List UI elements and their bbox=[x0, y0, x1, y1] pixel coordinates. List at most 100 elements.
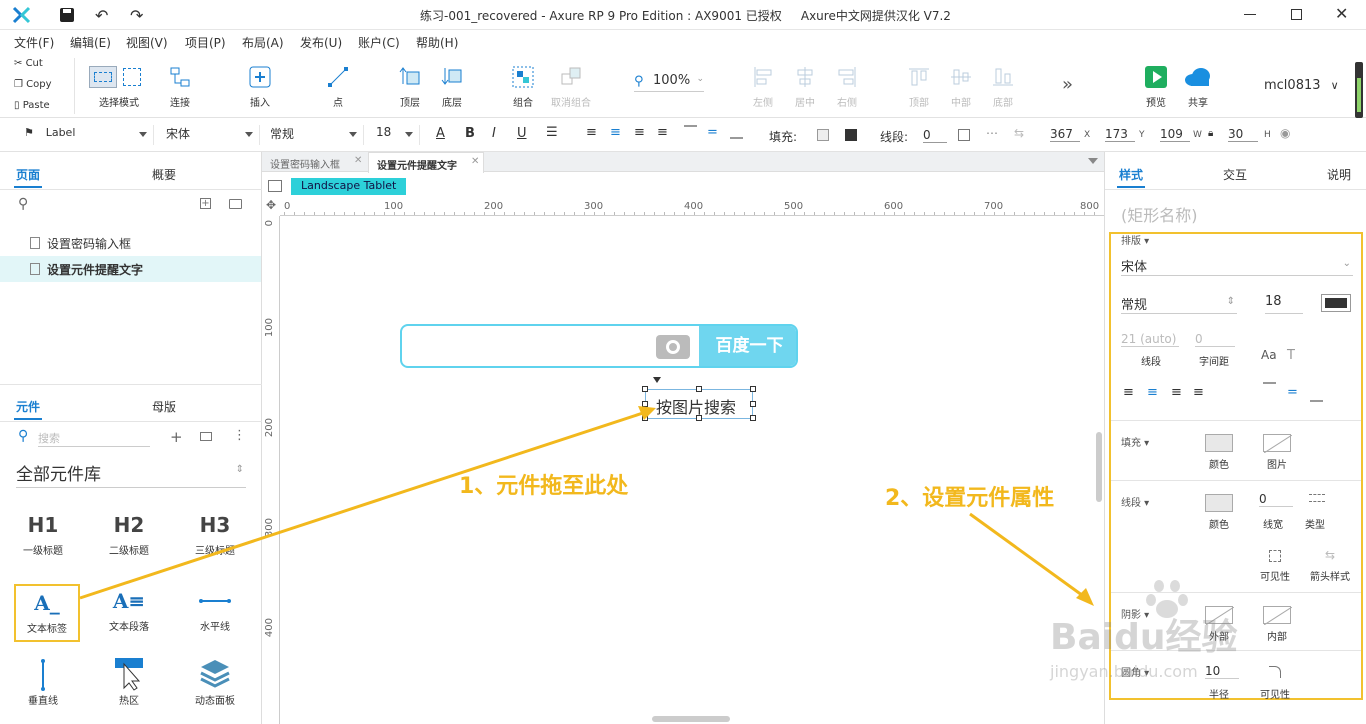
valign-bottom-icon[interactable]: ⎽ bbox=[1310, 388, 1323, 403]
page-item-selected[interactable]: 设置元件提醒文字 bbox=[0, 256, 261, 282]
right-size-input[interactable]: 18 bbox=[1265, 294, 1303, 314]
selection-handle[interactable] bbox=[696, 415, 702, 421]
document-tab[interactable]: 设置密码输入框 ✕ bbox=[262, 152, 366, 172]
widget-text-label[interactable]: A_ 文本标签 bbox=[14, 584, 80, 642]
italic-icon[interactable]: I bbox=[492, 126, 496, 141]
tab-interactions[interactable]: 交互 bbox=[1223, 166, 1247, 183]
selection-handle[interactable] bbox=[696, 386, 702, 392]
close-icon[interactable]: ✕ bbox=[471, 156, 479, 167]
y-input[interactable]: 173 bbox=[1105, 127, 1135, 142]
redo-icon[interactable]: ↷ bbox=[130, 6, 143, 25]
justify-text-icon[interactable]: ≡ bbox=[1193, 385, 1204, 400]
justify-text-icon[interactable]: ≡ bbox=[657, 125, 668, 140]
preview-button[interactable]: 预览 bbox=[1140, 66, 1172, 109]
border-width-input[interactable]: 0 bbox=[1259, 492, 1293, 507]
align-right-text-icon[interactable]: ≡ bbox=[634, 125, 645, 140]
selection-handle[interactable] bbox=[642, 386, 648, 392]
tab-masters[interactable]: 母版 bbox=[152, 398, 176, 415]
bring-to-front-button[interactable]: 顶层 bbox=[390, 66, 430, 109]
align-center-button[interactable]: 居中 bbox=[790, 66, 820, 109]
align-middle-button[interactable]: 中部 bbox=[946, 66, 976, 109]
adaptive-view-tag[interactable]: Landscape Tablet bbox=[291, 178, 407, 195]
selection-handle[interactable] bbox=[750, 386, 756, 392]
border-color-swatch[interactable] bbox=[1205, 494, 1233, 512]
valign-top-icon[interactable]: ⎺ bbox=[1263, 382, 1276, 397]
select-mode-button[interactable]: 选择模式 bbox=[84, 66, 154, 109]
valign-bottom-icon[interactable]: ⎽ bbox=[730, 125, 743, 140]
close-button[interactable]: ✕ bbox=[1335, 4, 1348, 23]
save-icon[interactable] bbox=[60, 8, 74, 22]
text-shadow-icon[interactable]: T bbox=[1287, 348, 1295, 363]
tab-notes[interactable]: 说明 bbox=[1327, 166, 1351, 183]
pages-search-icon[interactable]: ⚲ bbox=[18, 196, 28, 212]
tab-widgets[interactable]: 元件 bbox=[16, 398, 40, 415]
shadow-swatch[interactable] bbox=[845, 129, 857, 141]
add-library-icon[interactable]: + bbox=[170, 428, 183, 446]
selection-handle[interactable] bbox=[642, 401, 648, 407]
outer-shadow-swatch[interactable] bbox=[1205, 606, 1235, 626]
style-select[interactable]: ⚑ Label bbox=[18, 125, 154, 145]
menu-project[interactable]: 项目(P) bbox=[185, 34, 226, 51]
align-left-text-icon[interactable]: ≡ bbox=[1123, 385, 1134, 400]
arrow-style-icon[interactable]: ⇆ bbox=[1014, 126, 1024, 140]
widget-vertical-line[interactable]: 垂直线 bbox=[8, 658, 78, 707]
visibility-eye-icon[interactable]: ◉ bbox=[1280, 126, 1290, 140]
selection-handle[interactable] bbox=[750, 415, 756, 421]
align-left-button[interactable]: 左侧 bbox=[748, 66, 778, 109]
visibility-icon[interactable] bbox=[1269, 550, 1281, 562]
right-weight-select[interactable]: 常规 ⇕ bbox=[1121, 294, 1237, 314]
valign-middle-icon[interactable]: = bbox=[1287, 385, 1298, 400]
text-case-icon[interactable]: Aa bbox=[1261, 348, 1277, 362]
paste-button[interactable]: ▯ Paste bbox=[14, 100, 50, 111]
arrow-style-icon[interactable]: ⇆ bbox=[1325, 548, 1335, 562]
underline-icon[interactable]: U bbox=[517, 126, 527, 141]
lock-icon[interactable]: 🔒︎ bbox=[1208, 128, 1213, 139]
align-left-text-icon[interactable]: ≡ bbox=[586, 125, 597, 140]
line-color-swatch[interactable] bbox=[958, 129, 970, 141]
menu-file[interactable]: 文件(F) bbox=[14, 34, 54, 51]
inner-shadow-swatch[interactable] bbox=[1263, 606, 1293, 626]
widget-h2[interactable]: H2 二级标题 bbox=[94, 508, 164, 557]
search-submit-button[interactable]: 百度一下 bbox=[699, 326, 796, 366]
menu-help[interactable]: 帮助(H) bbox=[416, 34, 458, 51]
menu-edit[interactable]: 编辑(E) bbox=[70, 34, 111, 51]
font-color-icon[interactable]: A bbox=[436, 126, 445, 141]
copy-button[interactable]: ❐ Copy bbox=[14, 79, 52, 90]
bullet-list-icon[interactable]: ☰ bbox=[546, 125, 558, 140]
align-right-text-icon[interactable]: ≡ bbox=[1171, 385, 1182, 400]
tabs-dropdown-icon[interactable] bbox=[1088, 158, 1098, 164]
font-select[interactable]: 宋体 bbox=[160, 125, 260, 145]
more-tools-icon[interactable]: » bbox=[1062, 74, 1073, 95]
minimize-button[interactable] bbox=[1244, 14, 1256, 15]
point-button[interactable]: 点 bbox=[318, 66, 358, 109]
add-folder-icon[interactable] bbox=[229, 199, 242, 209]
maximize-button[interactable] bbox=[1291, 9, 1302, 20]
connect-button[interactable]: 连接 bbox=[160, 66, 200, 109]
library-copy-icon[interactable] bbox=[200, 432, 212, 441]
widget-text-paragraph[interactable]: A≡ 文本段落 bbox=[94, 584, 164, 633]
line-spacing-input[interactable]: 21 (auto) bbox=[1121, 332, 1179, 347]
widget-h1[interactable]: H1 一级标题 bbox=[8, 508, 78, 557]
send-to-back-button[interactable]: 底层 bbox=[432, 66, 472, 109]
fill-color-swatch[interactable] bbox=[817, 129, 829, 141]
close-icon[interactable]: ✕ bbox=[354, 155, 362, 166]
right-font-select[interactable]: 宋体 ⌄ bbox=[1121, 256, 1353, 276]
align-top-button[interactable]: 顶部 bbox=[904, 66, 934, 109]
selection-handle[interactable] bbox=[642, 415, 648, 421]
menu-arrange[interactable]: 布局(A) bbox=[242, 34, 284, 51]
radius-input[interactable]: 10 bbox=[1205, 664, 1239, 679]
tab-pages[interactable]: 页面 bbox=[16, 166, 40, 183]
char-spacing-input[interactable]: 0 bbox=[1195, 332, 1235, 347]
line-pattern-icon[interactable]: ⋯ bbox=[986, 126, 998, 140]
w-input[interactable]: 109 bbox=[1160, 127, 1190, 142]
tab-outline[interactable]: 概要 bbox=[152, 166, 176, 183]
h-input[interactable]: 30 bbox=[1228, 127, 1258, 142]
user-menu[interactable]: mcl0813 ∨ bbox=[1264, 78, 1339, 93]
align-right-button[interactable]: 右侧 bbox=[832, 66, 862, 109]
align-center-text-icon[interactable]: ≡ bbox=[1147, 385, 1158, 400]
size-select[interactable]: 18 bbox=[370, 125, 420, 145]
align-center-text-icon[interactable]: ≡ bbox=[610, 125, 621, 140]
border-type-icon[interactable] bbox=[1309, 494, 1325, 502]
valign-top-icon[interactable]: ⎺ bbox=[684, 125, 697, 140]
page-item[interactable]: 设置密码输入框 bbox=[0, 230, 261, 256]
